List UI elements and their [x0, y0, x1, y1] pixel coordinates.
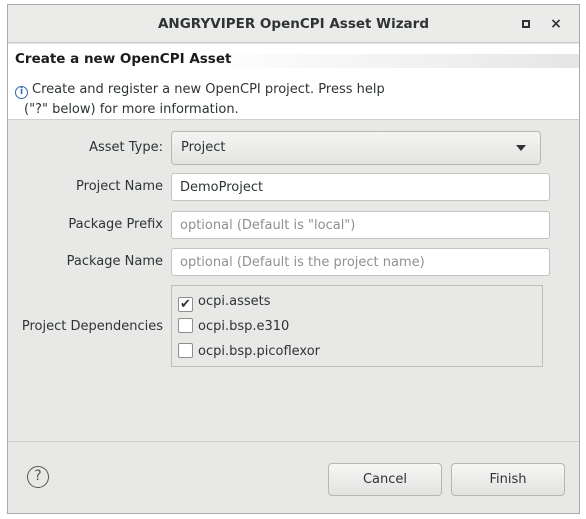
- close-button[interactable]: ×: [541, 5, 571, 43]
- wizard-dialog: ANGRYVIPER OpenCPI Asset Wizard × Create…: [7, 4, 580, 514]
- button-bar: ? Cancel Finish: [8, 441, 579, 513]
- help-icon[interactable]: ?: [27, 466, 49, 488]
- dependency-ocpi-bsp-picoflexor[interactable]: ocpi.bsp.picoflexor: [178, 341, 320, 363]
- dependency-ocpi-bsp-e310[interactable]: ocpi.bsp.e310: [178, 316, 289, 338]
- checkbox-icon[interactable]: [178, 318, 193, 333]
- checkbox-checked-icon[interactable]: ✔: [178, 297, 193, 312]
- info-text-line2: ("?" below) for more information.: [24, 102, 239, 117]
- project-name-input[interactable]: [171, 173, 550, 201]
- finish-button[interactable]: Finish: [451, 463, 565, 496]
- title-bar[interactable]: ANGRYVIPER OpenCPI Asset Wizard ×: [8, 5, 579, 43]
- dependency-label: ocpi.bsp.e310: [198, 319, 290, 334]
- project-dependencies-label: Project Dependencies: [21, 319, 163, 334]
- package-name-label: Package Name: [66, 254, 163, 269]
- package-name-input[interactable]: [171, 248, 550, 276]
- dependency-label: ocpi.assets: [198, 294, 271, 309]
- close-icon: ×: [550, 16, 562, 32]
- info-icon: i: [15, 86, 28, 99]
- dependency-label: ocpi.bsp.picoflexor: [198, 344, 321, 359]
- dependency-ocpi-assets[interactable]: ✔ ocpi.assets: [178, 291, 270, 313]
- chevron-down-icon: [516, 145, 526, 151]
- package-prefix-input[interactable]: [171, 211, 550, 239]
- wizard-header: Create a new OpenCPI Asset i Create and r…: [8, 44, 579, 120]
- maximize-button[interactable]: [511, 5, 541, 43]
- page-title: Create a new OpenCPI Asset: [15, 51, 232, 67]
- asset-type-value: Project: [181, 140, 226, 155]
- maximize-icon: [522, 19, 530, 28]
- window-title: ANGRYVIPER OpenCPI Asset Wizard: [157, 16, 429, 32]
- checkbox-icon[interactable]: [178, 343, 193, 358]
- asset-type-label: Asset Type:: [89, 140, 163, 155]
- dependencies-list: ✔ ocpi.assets ocpi.bsp.e310 ocpi.bsp.pico…: [171, 285, 543, 367]
- package-prefix-label: Package Prefix: [68, 217, 163, 232]
- asset-type-combo[interactable]: Project: [171, 131, 541, 165]
- cancel-button[interactable]: Cancel: [328, 463, 442, 496]
- info-message: i Create and register a new OpenCPI proje…: [15, 80, 575, 120]
- wizard-form: Asset Type: Project Project Name Package…: [8, 121, 579, 441]
- project-name-label: Project Name: [76, 179, 163, 194]
- info-text-line1: Create and register a new OpenCPI projec…: [32, 82, 385, 97]
- header-banner: [198, 54, 579, 68]
